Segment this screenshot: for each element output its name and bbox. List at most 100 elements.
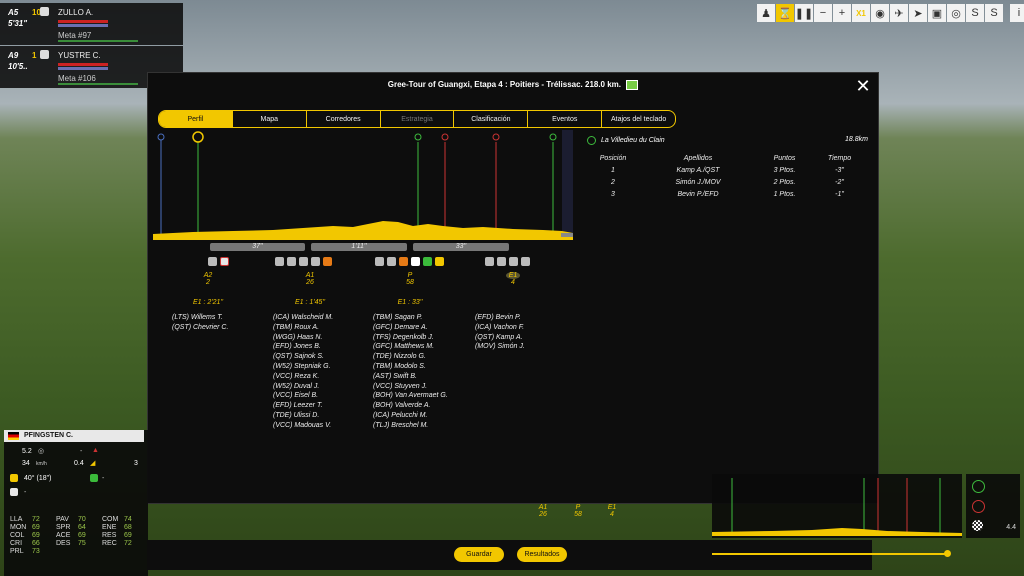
info-icon[interactable]: i bbox=[1010, 4, 1024, 22]
rider-entry[interactable]: (GFC) Matthews M. bbox=[373, 342, 448, 352]
rider-entry[interactable]: (QST) Sajnok S. bbox=[273, 352, 333, 362]
jersey-icon bbox=[10, 488, 18, 496]
rider-entry[interactable]: (VCC) Stuyven J. bbox=[373, 382, 448, 392]
attribute-prl: PRL 73 bbox=[10, 548, 40, 555]
close-icon[interactable]: ✕ bbox=[854, 77, 872, 95]
helicopter-icon[interactable]: ✈ bbox=[890, 4, 908, 22]
rider-entry[interactable]: (EFD) Leezer T. bbox=[273, 401, 333, 411]
rider-entry[interactable]: (ICA) Walscheid M. bbox=[273, 313, 333, 323]
effort-bar bbox=[58, 67, 108, 70]
rider-entry[interactable]: (AST) Swift B. bbox=[373, 372, 448, 382]
tab-estrategia[interactable]: Estrategia bbox=[381, 111, 455, 127]
rider-entry[interactable]: (TBM) Modolo S. bbox=[373, 362, 448, 372]
rider-entry[interactable]: (QST) Chevrier C. bbox=[172, 323, 228, 333]
jersey-icon bbox=[411, 257, 420, 266]
speed-label[interactable]: X1 bbox=[852, 4, 870, 22]
pause-icon[interactable]: ❚❚ bbox=[795, 4, 813, 22]
rider-entry[interactable]: (VCC) Eisel B. bbox=[273, 391, 333, 401]
sprint-marker-icon[interactable] bbox=[192, 131, 204, 143]
start-marker-icon bbox=[157, 133, 165, 141]
timeline-slider-handle[interactable] bbox=[944, 550, 951, 557]
rider-entry[interactable]: (TLJ) Breschel M. bbox=[373, 421, 448, 431]
hourglass-icon[interactable]: ⌛ bbox=[776, 4, 794, 22]
rider-entry[interactable]: (BOH) Valverde A. bbox=[373, 401, 448, 411]
user-icon[interactable]: ♟ bbox=[757, 4, 775, 22]
climb-marker-icon[interactable] bbox=[492, 133, 500, 141]
rider-entry[interactable]: (WGG) Haas N. bbox=[273, 333, 333, 343]
rider-card[interactable]: A5 5'31" 10 ZULLO A. Meta #97 bbox=[0, 3, 183, 45]
finish-zone bbox=[562, 130, 573, 240]
gap-bar: 33'' bbox=[413, 243, 509, 251]
rider-entry[interactable]: (TBM) Roux A. bbox=[273, 323, 333, 333]
rider-entry[interactable]: (TDE) Ulissi D. bbox=[273, 411, 333, 421]
rider-entry[interactable]: (VCC) Reza K. bbox=[273, 372, 333, 382]
group-label[interactable]: A2 2 bbox=[188, 272, 228, 286]
attribute-des: DES 75 bbox=[56, 540, 86, 547]
camera-icon[interactable]: ▣ bbox=[928, 4, 946, 22]
rider-entry[interactable]: (QST) Kamp A. bbox=[475, 333, 525, 343]
timeline-slider[interactable] bbox=[712, 553, 947, 555]
rider-entry[interactable]: (TBM) Sagan P. bbox=[373, 313, 448, 323]
rider-entry[interactable]: (ICA) Vachon F. bbox=[475, 323, 525, 333]
sprint-marker-icon[interactable] bbox=[414, 133, 422, 141]
table-row[interactable]: 2 Simón J./MOV 2 Ptos. -2" bbox=[587, 176, 870, 188]
rider-gap: 10'5.. bbox=[8, 62, 28, 71]
tab-atajos[interactable]: Atajos del teclado bbox=[602, 111, 675, 127]
rider-entry[interactable]: (W52) Stepniak G. bbox=[273, 362, 333, 372]
tab-eventos[interactable]: Eventos bbox=[528, 111, 603, 127]
rider-entry[interactable]: (GFC) Demare A. bbox=[373, 323, 448, 333]
rider-meta: Meta #106 bbox=[58, 74, 96, 83]
rider-entry[interactable]: (TFS) Degenkolb J. bbox=[373, 333, 448, 343]
climb-icon[interactable] bbox=[972, 500, 985, 513]
tab-bar: Perfil Mapa Corredores Estrategia Clasif… bbox=[158, 110, 676, 128]
target-icon[interactable]: ◎ bbox=[947, 4, 965, 22]
tab-clasificacion[interactable]: Clasificación bbox=[454, 111, 529, 127]
table-row[interactable]: 1 Kamp A./QST 3 Ptos. -3" bbox=[587, 164, 870, 176]
plane-icon[interactable]: ➤ bbox=[909, 4, 927, 22]
sprint-icon[interactable] bbox=[972, 480, 985, 493]
modal-title: Gree-Tour of Guangxi, Etapa 4 : Poitiers… bbox=[148, 80, 878, 90]
jersey-icon bbox=[399, 257, 408, 266]
tab-corredores[interactable]: Corredores bbox=[307, 111, 381, 127]
rider-gap: 5'31" bbox=[8, 19, 28, 28]
sprint-icon[interactable]: S bbox=[966, 4, 984, 22]
group-label[interactable]: P 58 bbox=[390, 272, 430, 286]
plus-icon[interactable]: + bbox=[833, 4, 851, 22]
rider-number: 1 bbox=[32, 51, 37, 60]
group-label[interactable]: E1 4 bbox=[493, 272, 533, 286]
rider-position: A5 bbox=[8, 8, 19, 17]
climb-marker-icon[interactable] bbox=[441, 133, 449, 141]
rider-entry[interactable]: (MOV) Simón J. bbox=[475, 342, 525, 352]
rider-entry[interactable]: (VCC) Madouas V. bbox=[273, 421, 333, 431]
sprint-results-table: Posición Apellidos Puntos Tiempo 1 Kamp … bbox=[587, 152, 870, 200]
rider-entry[interactable]: (EFD) Bevin P. bbox=[475, 313, 525, 323]
jersey-icon bbox=[90, 474, 98, 482]
results-button[interactable]: Resultados bbox=[517, 547, 567, 562]
group-label[interactable]: A1 26 bbox=[533, 504, 553, 518]
dash-value: - bbox=[24, 489, 27, 496]
group-label[interactable]: E1 4 bbox=[602, 504, 622, 518]
rider-entry[interactable]: (BOH) Van Avermaet G. bbox=[373, 391, 448, 401]
tab-perfil[interactable]: Perfil bbox=[159, 111, 233, 127]
table-row[interactable]: 3 Bevin P./EFD 1 Ptos. -1" bbox=[587, 188, 870, 200]
rider-entry[interactable]: (LTS) Willems T. bbox=[172, 313, 228, 323]
group-label[interactable]: A1 26 bbox=[290, 272, 330, 286]
rider-entry[interactable]: (TDE) Nizzolo G. bbox=[373, 352, 448, 362]
sprint-alt-icon[interactable]: S bbox=[985, 4, 1003, 22]
save-button[interactable]: Guardar bbox=[454, 547, 504, 562]
slope-value: 0.4 bbox=[74, 460, 84, 467]
mini-elevation-area bbox=[712, 528, 962, 536]
jersey-icon bbox=[323, 257, 332, 266]
group-label[interactable]: P 58 bbox=[568, 504, 588, 518]
finish-flag-icon[interactable] bbox=[972, 520, 983, 531]
bottom-bar: Guardar Resultados bbox=[147, 540, 951, 570]
rider-detail-header[interactable]: PFINGSTEN C. bbox=[4, 430, 144, 442]
rider-entry[interactable]: (ICA) Pelucchi M. bbox=[373, 411, 448, 421]
eye-icon[interactable]: ◉ bbox=[871, 4, 889, 22]
minus-icon[interactable]: − bbox=[814, 4, 832, 22]
tab-mapa[interactable]: Mapa bbox=[233, 111, 307, 127]
rider-entry[interactable]: (W52) Duval J. bbox=[273, 382, 333, 392]
rider-entry[interactable]: (EFD) Jones B. bbox=[273, 342, 333, 352]
sprint-marker-icon[interactable] bbox=[549, 133, 557, 141]
gap-bar: 37'' bbox=[210, 243, 305, 251]
